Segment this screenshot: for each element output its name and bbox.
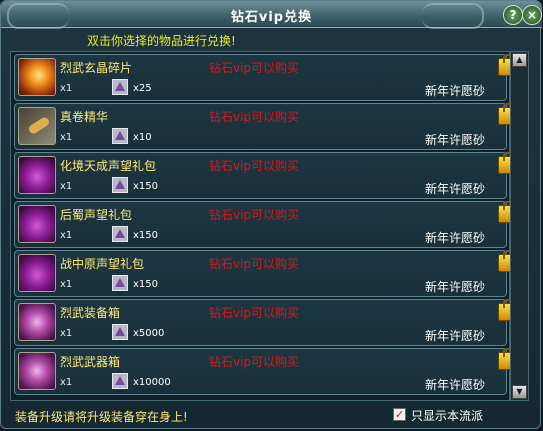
item-cost: x25: [133, 83, 152, 94]
wish-sand-icon: [112, 226, 128, 242]
wish-sand-icon: [112, 79, 128, 95]
list-scrollbar[interactable]: ▲ ▼: [510, 51, 529, 401]
instruction-text: 双击你选择的物品进行兑换!: [87, 34, 236, 48]
currency-name: 新年许愿砂: [425, 84, 486, 98]
purple-bag-icon: [18, 205, 56, 243]
item-quantity: x1: [60, 328, 73, 339]
vip-requirement: 钻石vip可以购买: [209, 61, 300, 75]
item-name: 烈武玄晶碎片: [60, 61, 133, 75]
upgrade-hint: 装备升级请将升级装备穿在身上!: [15, 410, 188, 424]
vip-requirement: 钻石vip可以购买: [209, 110, 300, 124]
wish-sand-icon: [112, 128, 128, 144]
item-row[interactable]: 烈武装备箱 x1 x5000 钻石vip可以购买 新年许愿砂: [14, 299, 516, 346]
pink-chest-icon: [18, 303, 56, 341]
school-filter-label[interactable]: 只显示本流派: [411, 407, 483, 424]
title-bar[interactable]: 钻石vip兑换 ? ×: [1, 1, 542, 29]
item-row[interactable]: 后蜀声望礼包 x1 x150 钻石vip可以购买 新年许愿砂: [14, 201, 516, 248]
wish-sand-icon: [112, 324, 128, 340]
purple-bag-icon: [18, 254, 56, 292]
item-list: 烈武玄晶碎片 x1 x25 钻石vip可以购买 新年许愿砂 真卷精华 x1 x1…: [10, 51, 516, 401]
item-name: 后蜀声望礼包: [60, 208, 133, 222]
scroll-up-icon[interactable]: ▲: [512, 53, 527, 67]
item-quantity: x1: [60, 132, 73, 143]
item-name: 化境天成声望礼包: [60, 159, 157, 173]
vip-requirement: 钻石vip可以购买: [209, 306, 300, 320]
window-title: 钻石vip兑换: [230, 10, 313, 25]
wish-sand-icon: [112, 275, 128, 291]
item-name: 烈武装备箱: [60, 306, 121, 320]
vip-requirement: 钻石vip可以购买: [209, 159, 300, 173]
item-cost: x10: [133, 132, 152, 143]
item-name: 烈武武器箱: [60, 355, 121, 369]
item-cost: x150: [133, 279, 159, 290]
item-cost: x150: [133, 230, 159, 241]
scroll-essence-icon: [18, 107, 56, 145]
purple-bag-icon: [18, 156, 56, 194]
help-button[interactable]: ?: [503, 5, 523, 25]
item-name: 战中原声望礼包: [60, 257, 145, 271]
currency-name: 新年许愿砂: [425, 182, 486, 196]
item-row[interactable]: 战中原声望礼包 x1 x150 钻石vip可以购买 新年许愿砂: [14, 250, 516, 297]
vip-requirement: 钻石vip可以购买: [209, 208, 300, 222]
item-row[interactable]: 化境天成声望礼包 x1 x150 钻石vip可以购买 新年许愿砂: [14, 152, 516, 199]
item-row[interactable]: 真卷精华 x1 x10 钻石vip可以购买 新年许愿砂: [14, 103, 516, 150]
wish-sand-icon: [112, 177, 128, 193]
item-row[interactable]: 烈武玄晶碎片 x1 x25 钻石vip可以购买 新年许愿砂: [14, 54, 516, 101]
currency-name: 新年许愿砂: [425, 280, 486, 294]
wish-sand-icon: [112, 373, 128, 389]
currency-name: 新年许愿砂: [425, 378, 486, 392]
fire-shard-icon: [18, 58, 56, 96]
item-quantity: x1: [60, 279, 73, 290]
item-quantity: x1: [60, 377, 73, 388]
item-quantity: x1: [60, 230, 73, 241]
currency-name: 新年许愿砂: [425, 133, 486, 147]
vip-requirement: 钻石vip可以购买: [209, 257, 300, 271]
school-filter-checkbox[interactable]: ✓: [393, 408, 406, 421]
item-quantity: x1: [60, 181, 73, 192]
scroll-down-icon[interactable]: ▼: [512, 385, 527, 399]
pink-chest-icon: [18, 352, 56, 390]
item-cost: x150: [133, 181, 159, 192]
item-name: 真卷精华: [60, 110, 109, 124]
currency-name: 新年许愿砂: [425, 231, 486, 245]
item-cost: x10000: [133, 377, 171, 388]
item-quantity: x1: [60, 83, 73, 94]
item-cost: x5000: [133, 328, 165, 339]
close-button[interactable]: ×: [522, 5, 542, 25]
vip-exchange-window: 钻石vip兑换 ? × 双击你选择的物品进行兑换! 烈武玄晶碎片 x1 x25 …: [0, 0, 542, 429]
currency-name: 新年许愿砂: [425, 329, 486, 343]
item-row[interactable]: 烈武武器箱 x1 x10000 钻石vip可以购买 新年许愿砂: [14, 348, 516, 395]
vip-requirement: 钻石vip可以购买: [209, 355, 300, 369]
